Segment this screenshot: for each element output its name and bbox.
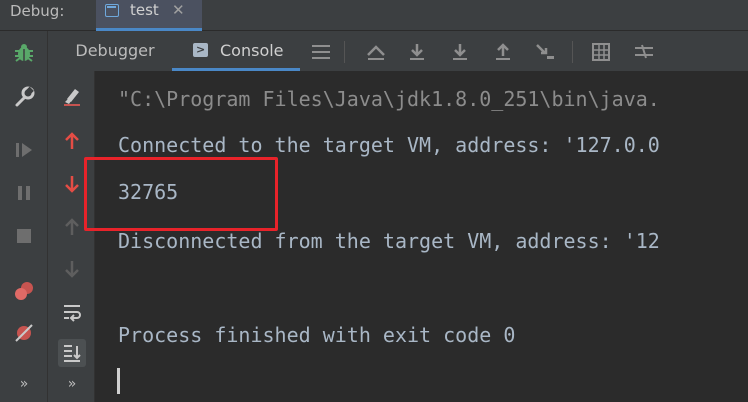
console-line-connected: Connected to the target VM, address: '12… xyxy=(118,133,660,157)
run-config-window-icon xyxy=(105,4,119,17)
pause-program-icon[interactable] xyxy=(10,179,38,207)
close-tab-icon[interactable]: ✕ xyxy=(172,0,185,22)
trace-current-stream-icon[interactable] xyxy=(630,38,658,66)
bug-icon[interactable] xyxy=(10,39,38,67)
view-breakpoints-icon[interactable] xyxy=(10,277,38,305)
run-config-tab-label: test xyxy=(130,1,159,19)
console-line-disconnected: Disconnected from the target VM, address… xyxy=(118,229,660,253)
clear-all-icon[interactable] xyxy=(58,82,86,110)
toolbar-separator xyxy=(344,41,345,63)
step-over-icon[interactable] xyxy=(403,38,431,66)
down-arrow-disabled-icon[interactable] xyxy=(58,255,86,283)
more-console-actions-icon[interactable]: » xyxy=(58,370,86,398)
show-execution-point-icon[interactable] xyxy=(362,38,390,66)
soft-wrap-icon[interactable] xyxy=(58,298,86,326)
tab-console-label: Console xyxy=(220,41,284,60)
step-into-icon[interactable] xyxy=(446,38,474,66)
resume-program-icon[interactable] xyxy=(10,136,38,164)
console-line-process-finished: Process finished with exit code 0 xyxy=(118,323,516,347)
run-to-cursor-icon[interactable] xyxy=(531,38,559,66)
wrench-icon[interactable] xyxy=(10,83,38,111)
console-line-command: "C:\Program Files\Java\jdk1.8.0_251\bin\… xyxy=(118,87,660,111)
step-out-icon[interactable] xyxy=(489,38,517,66)
highlight-box xyxy=(84,157,278,231)
debug-window-title: Debug: xyxy=(10,2,65,20)
console-icon-glyph: > xyxy=(196,43,206,56)
stop-icon[interactable] xyxy=(10,222,38,250)
evaluate-expression-icon[interactable] xyxy=(587,38,615,66)
up-arrow-icon[interactable] xyxy=(58,127,86,155)
text-caret xyxy=(117,368,120,394)
down-arrow-icon[interactable] xyxy=(58,170,86,198)
tab-debugger[interactable]: Debugger xyxy=(64,31,166,71)
up-arrow-disabled-icon[interactable] xyxy=(58,213,86,241)
more-actions-icon[interactable]: » xyxy=(10,370,38,398)
scroll-to-end-icon[interactable] xyxy=(58,339,86,367)
mute-breakpoints-icon[interactable] xyxy=(10,319,38,347)
menu-icon[interactable] xyxy=(307,38,335,66)
toolbar-separator xyxy=(572,41,573,63)
